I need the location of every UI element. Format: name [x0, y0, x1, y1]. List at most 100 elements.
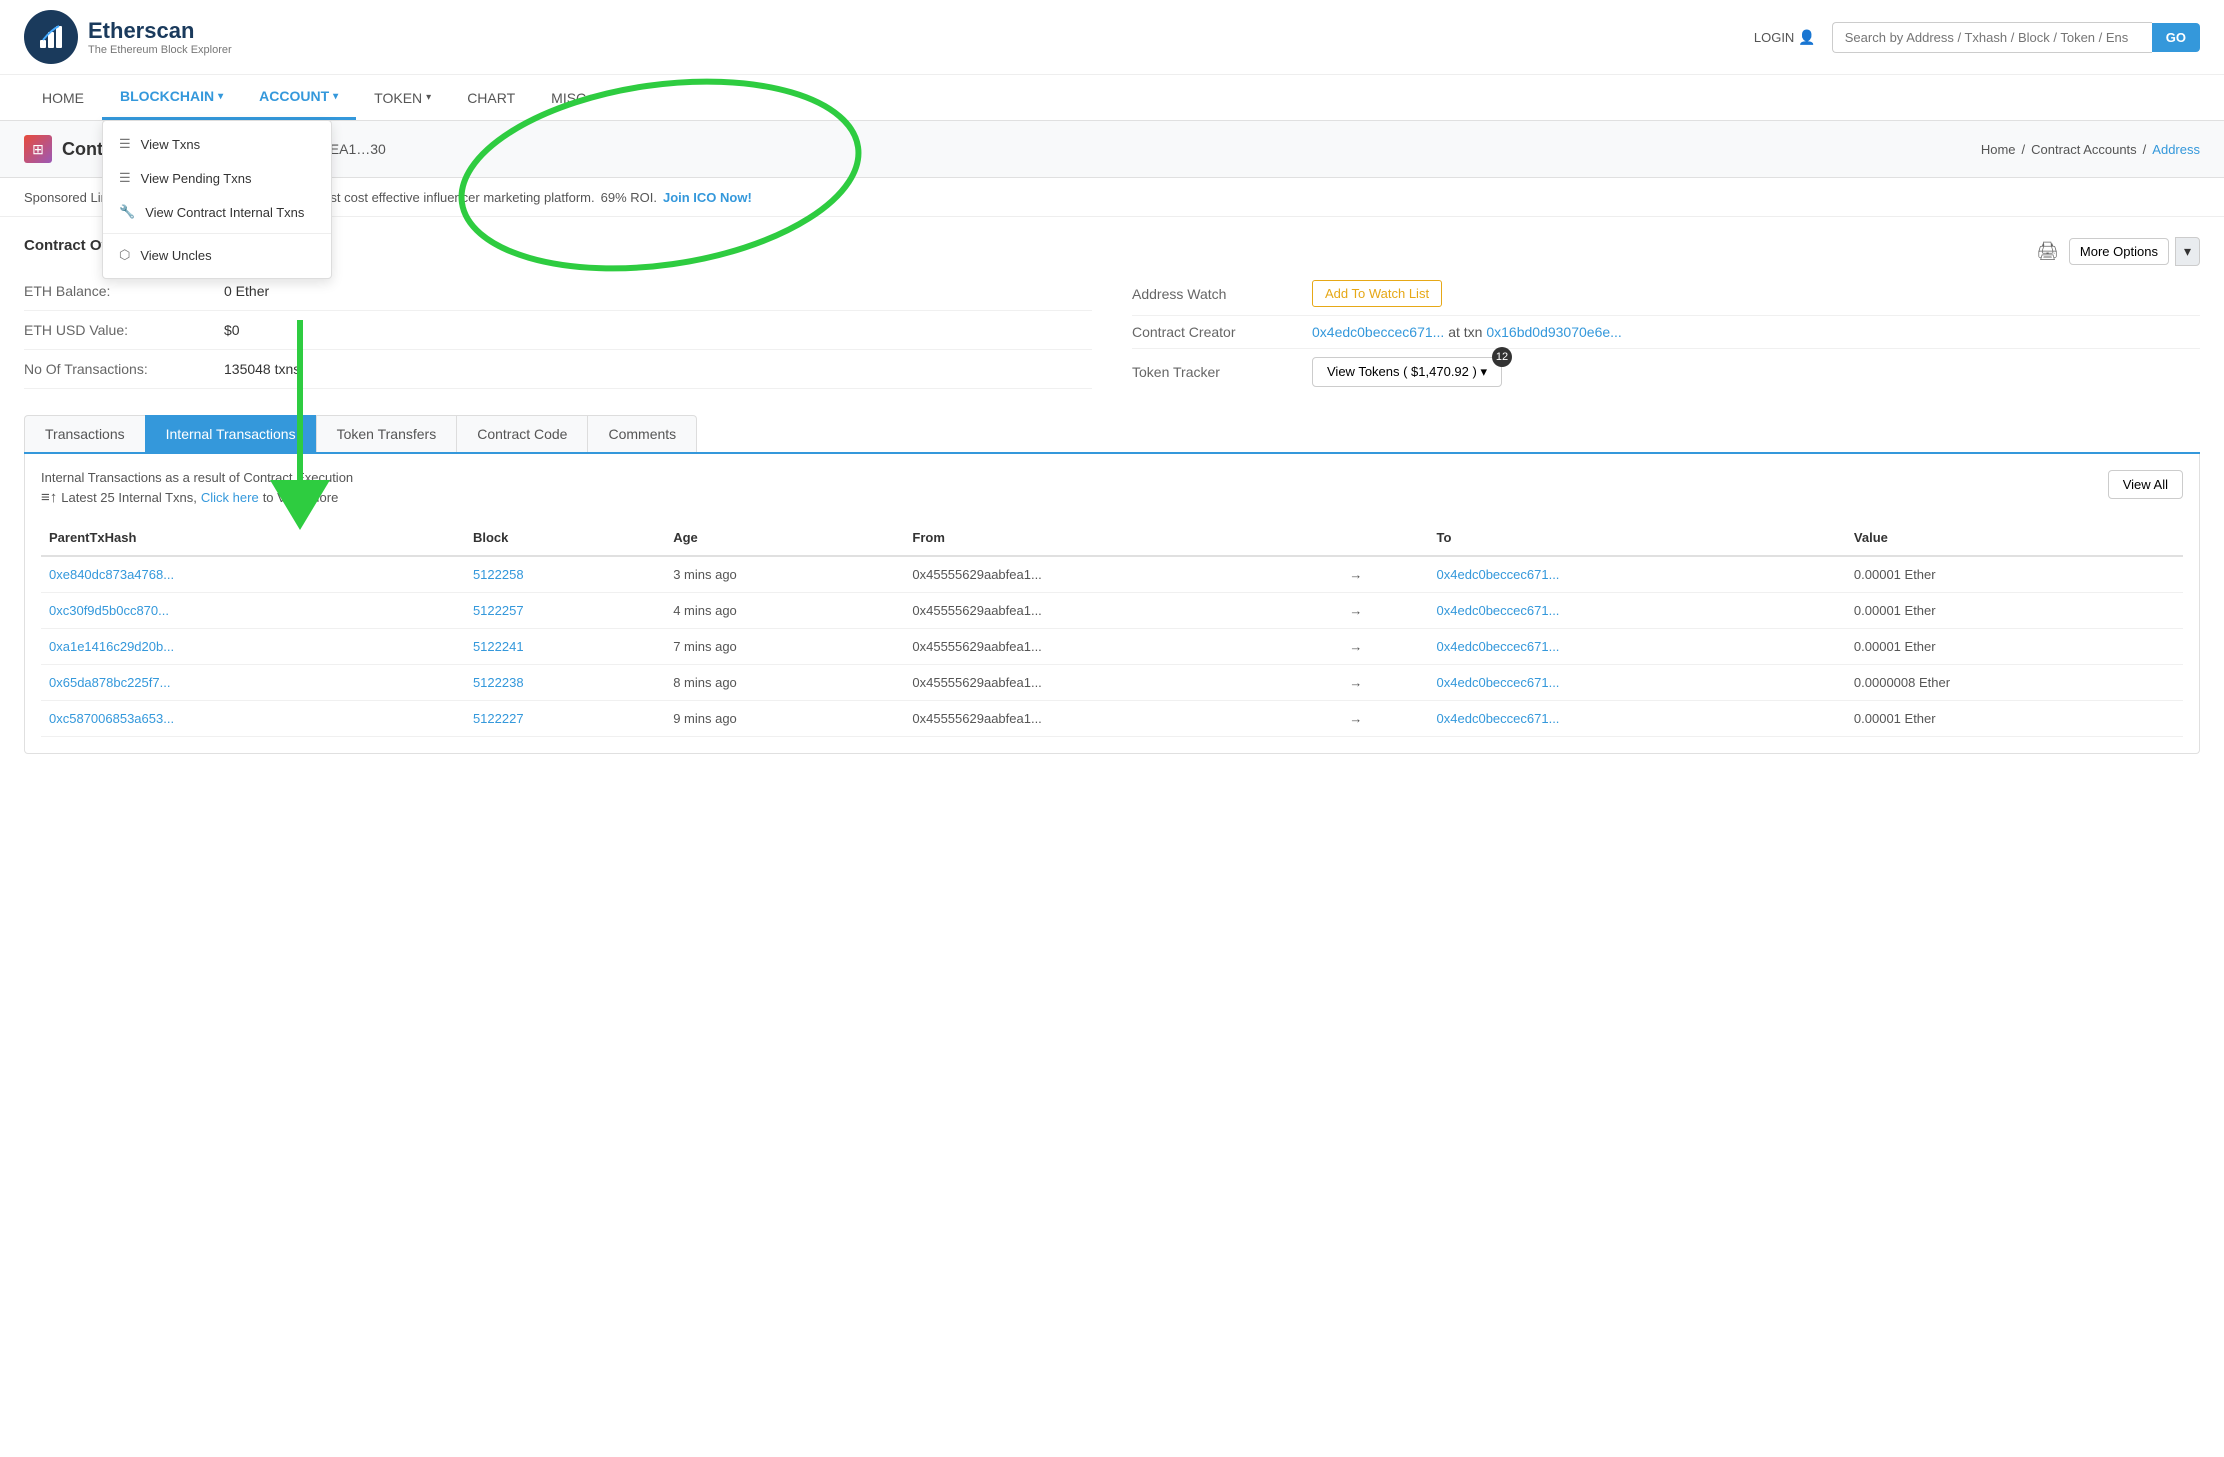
watch-label: Address Watch — [1132, 286, 1292, 302]
to-link[interactable]: 0x4edc0beccec671... — [1437, 639, 1560, 654]
more-options-caret[interactable]: ▾ — [2175, 237, 2200, 266]
breadcrumb-sep2: / — [2143, 142, 2147, 157]
search-button[interactable]: GO — [2152, 23, 2200, 52]
view-all-btn[interactable]: View All — [2108, 470, 2183, 499]
nav-misc[interactable]: MISC ▾ — [533, 77, 613, 119]
usd-label: ETH USD Value: — [24, 322, 224, 338]
txns-value: 135048 txns — [224, 361, 300, 377]
creator-txn-link[interactable]: 0x16bd0d93070e6e... — [1486, 324, 1621, 340]
nav-token[interactable]: TOKEN ▾ — [356, 77, 449, 119]
page-header-row: ⊞ Contract Address 0x45555629AAbfEA1…30 … — [0, 121, 2224, 178]
col-age: Age — [665, 520, 904, 556]
tab-contract-code[interactable]: Contract Code — [456, 415, 588, 452]
view-txns-label: View Txns — [141, 137, 201, 152]
table-info-line1: Internal Transactions as a result of Con… — [41, 470, 353, 485]
login-button[interactable]: LOGIN 👤 — [1754, 29, 1816, 46]
table-info-line2: ≡↑ Latest 25 Internal Txns, Click here t… — [41, 489, 353, 506]
contract-overview-section: Contract Overview 🖨 More Options ▾ — [24, 237, 2200, 266]
logo-icon — [24, 10, 78, 64]
col-from: From — [904, 520, 1341, 556]
to-link[interactable]: 0x4edc0beccec671... — [1437, 711, 1560, 726]
contract-icon: ⊞ — [24, 135, 52, 163]
dropdown-view-txns[interactable]: ☰ View Txns — [103, 127, 331, 161]
view-uncles-icon: ⬡ — [119, 247, 130, 263]
tab-token-transfers[interactable]: Token Transfers — [316, 415, 458, 452]
col-block: Block — [465, 520, 665, 556]
dropdown-view-uncles[interactable]: ⬡ View Uncles — [103, 238, 331, 272]
account-caret: ▾ — [333, 91, 338, 102]
tab-internal-transactions[interactable]: Internal Transactions — [145, 415, 317, 452]
col-to: To — [1429, 520, 1846, 556]
txns-label: No Of Transactions: — [24, 361, 224, 377]
tab-comments[interactable]: Comments — [587, 415, 697, 452]
block-link[interactable]: 5122241 — [473, 639, 524, 654]
more-options-btn[interactable]: More Options — [2069, 238, 2169, 265]
view-pending-icon: ☰ — [119, 170, 131, 186]
table-row: 0xc30f9d5b0cc870... 5122257 4 mins ago 0… — [41, 593, 2183, 629]
dropdown-view-contract-internal[interactable]: 🔧 View Contract Internal Txns — [103, 195, 331, 229]
tab-transactions[interactable]: Transactions — [24, 415, 146, 452]
table-row: 0xe840dc873a4768... 5122258 3 mins ago 0… — [41, 556, 2183, 593]
nav-blockchain[interactable]: BLOCKCHAIN ▾ ☰ View Txns ☰ View Pending … — [102, 75, 241, 120]
overview-row-txns: No Of Transactions: 135048 txns — [24, 350, 1092, 389]
nav-home[interactable]: HOME — [24, 77, 102, 119]
click-here-link[interactable]: Click here — [201, 490, 259, 505]
overview-wrapper: ETH Balance: 0 Ether ETH USD Value: $0 N… — [24, 272, 2200, 395]
block-link[interactable]: 5122238 — [473, 675, 524, 690]
tx-hash-link[interactable]: 0xc587006853a653... — [49, 711, 174, 726]
overview-row-watch: Address Watch Add To Watch List — [1132, 272, 2200, 316]
view-pending-label: View Pending Txns — [141, 171, 252, 186]
to-link[interactable]: 0x4edc0beccec671... — [1437, 675, 1560, 690]
to-link[interactable]: 0x4edc0beccec671... — [1437, 603, 1560, 618]
tx-hash-link[interactable]: 0xe840dc873a4768... — [49, 567, 174, 582]
sponsored-banner: Sponsored Link: SocialMedia.Market - The… — [0, 178, 2224, 217]
search-bar: GO — [1832, 22, 2200, 53]
nav-account[interactable]: ACCOUNT ▾ — [241, 75, 356, 120]
blockchain-dropdown: ☰ View Txns ☰ View Pending Txns 🔧 View C… — [102, 120, 332, 279]
overview-left: ETH Balance: 0 Ether ETH USD Value: $0 N… — [24, 272, 1092, 395]
add-to-watchlist-btn[interactable]: Add To Watch List — [1312, 280, 1442, 307]
breadcrumb-address[interactable]: Address — [2152, 142, 2200, 157]
contract-internal-icon: 🔧 — [119, 204, 135, 220]
creator-label: Contract Creator — [1132, 324, 1292, 340]
token-caret: ▾ — [426, 92, 431, 103]
sponsored-roi: 69% ROI. — [601, 190, 657, 205]
sponsored-cta[interactable]: Join ICO Now! — [663, 190, 752, 205]
overview-row-token: Token Tracker View Tokens ( $1,470.92 ) … — [1132, 349, 2200, 395]
nav-chart[interactable]: CHART — [449, 77, 533, 119]
main-content: Contract Overview 🖨 More Options ▾ ETH B… — [0, 217, 2224, 774]
breadcrumb-home[interactable]: Home — [1981, 142, 2016, 157]
dropdown-view-pending-txns[interactable]: ☰ View Pending Txns — [103, 161, 331, 195]
table-area: Internal Transactions as a result of Con… — [24, 454, 2200, 754]
table-row: 0x65da878bc225f7... 5122238 8 mins ago 0… — [41, 665, 2183, 701]
tx-hash-link[interactable]: 0xa1e1416c29d20b... — [49, 639, 174, 654]
nav-account-link[interactable]: ACCOUNT ▾ — [241, 75, 356, 120]
overview-right: Address Watch Add To Watch List Contract… — [1132, 272, 2200, 395]
breadcrumb-contract-accounts[interactable]: Contract Accounts — [2031, 142, 2137, 157]
logo-area[interactable]: Etherscan The Ethereum Block Explorer — [24, 10, 232, 64]
search-input[interactable] — [1832, 22, 2152, 53]
block-link[interactable]: 5122227 — [473, 711, 524, 726]
nav-bar: HOME BLOCKCHAIN ▾ ☰ View Txns ☰ View Pen… — [0, 74, 2224, 120]
tx-hash-link[interactable]: 0xc30f9d5b0cc870... — [49, 603, 169, 618]
nav-blockchain-link[interactable]: BLOCKCHAIN ▾ — [102, 75, 241, 120]
creator-link[interactable]: 0x4edc0beccec671... — [1312, 324, 1444, 340]
breadcrumb: Home / Contract Accounts / Address — [1981, 142, 2200, 157]
overview-row-usd: ETH USD Value: $0 — [24, 311, 1092, 350]
to-link[interactable]: 0x4edc0beccec671... — [1437, 567, 1560, 582]
logo-subtitle: The Ethereum Block Explorer — [88, 44, 232, 56]
view-txns-icon: ☰ — [119, 136, 131, 152]
logo-title: Etherscan — [88, 18, 232, 44]
table-row: 0xc587006853a653... 5122227 9 mins ago 0… — [41, 701, 2183, 737]
overview-row-creator: Contract Creator 0x4edc0beccec671... at … — [1132, 316, 2200, 349]
block-link[interactable]: 5122258 — [473, 567, 524, 582]
col-arrow — [1341, 520, 1428, 556]
tabs-container: Transactions Internal Transactions Token… — [24, 415, 2200, 454]
token-label: Token Tracker — [1132, 364, 1292, 380]
view-tokens-btn[interactable]: View Tokens ( $1,470.92 ) ▾ — [1312, 357, 1502, 387]
block-link[interactable]: 5122257 — [473, 603, 524, 618]
table-row: 0xa1e1416c29d20b... 5122241 7 mins ago 0… — [41, 629, 2183, 665]
balance-label: ETH Balance: — [24, 283, 224, 299]
tx-hash-link[interactable]: 0x65da878bc225f7... — [49, 675, 170, 690]
print-icon[interactable]: 🖨 — [2036, 241, 2059, 262]
